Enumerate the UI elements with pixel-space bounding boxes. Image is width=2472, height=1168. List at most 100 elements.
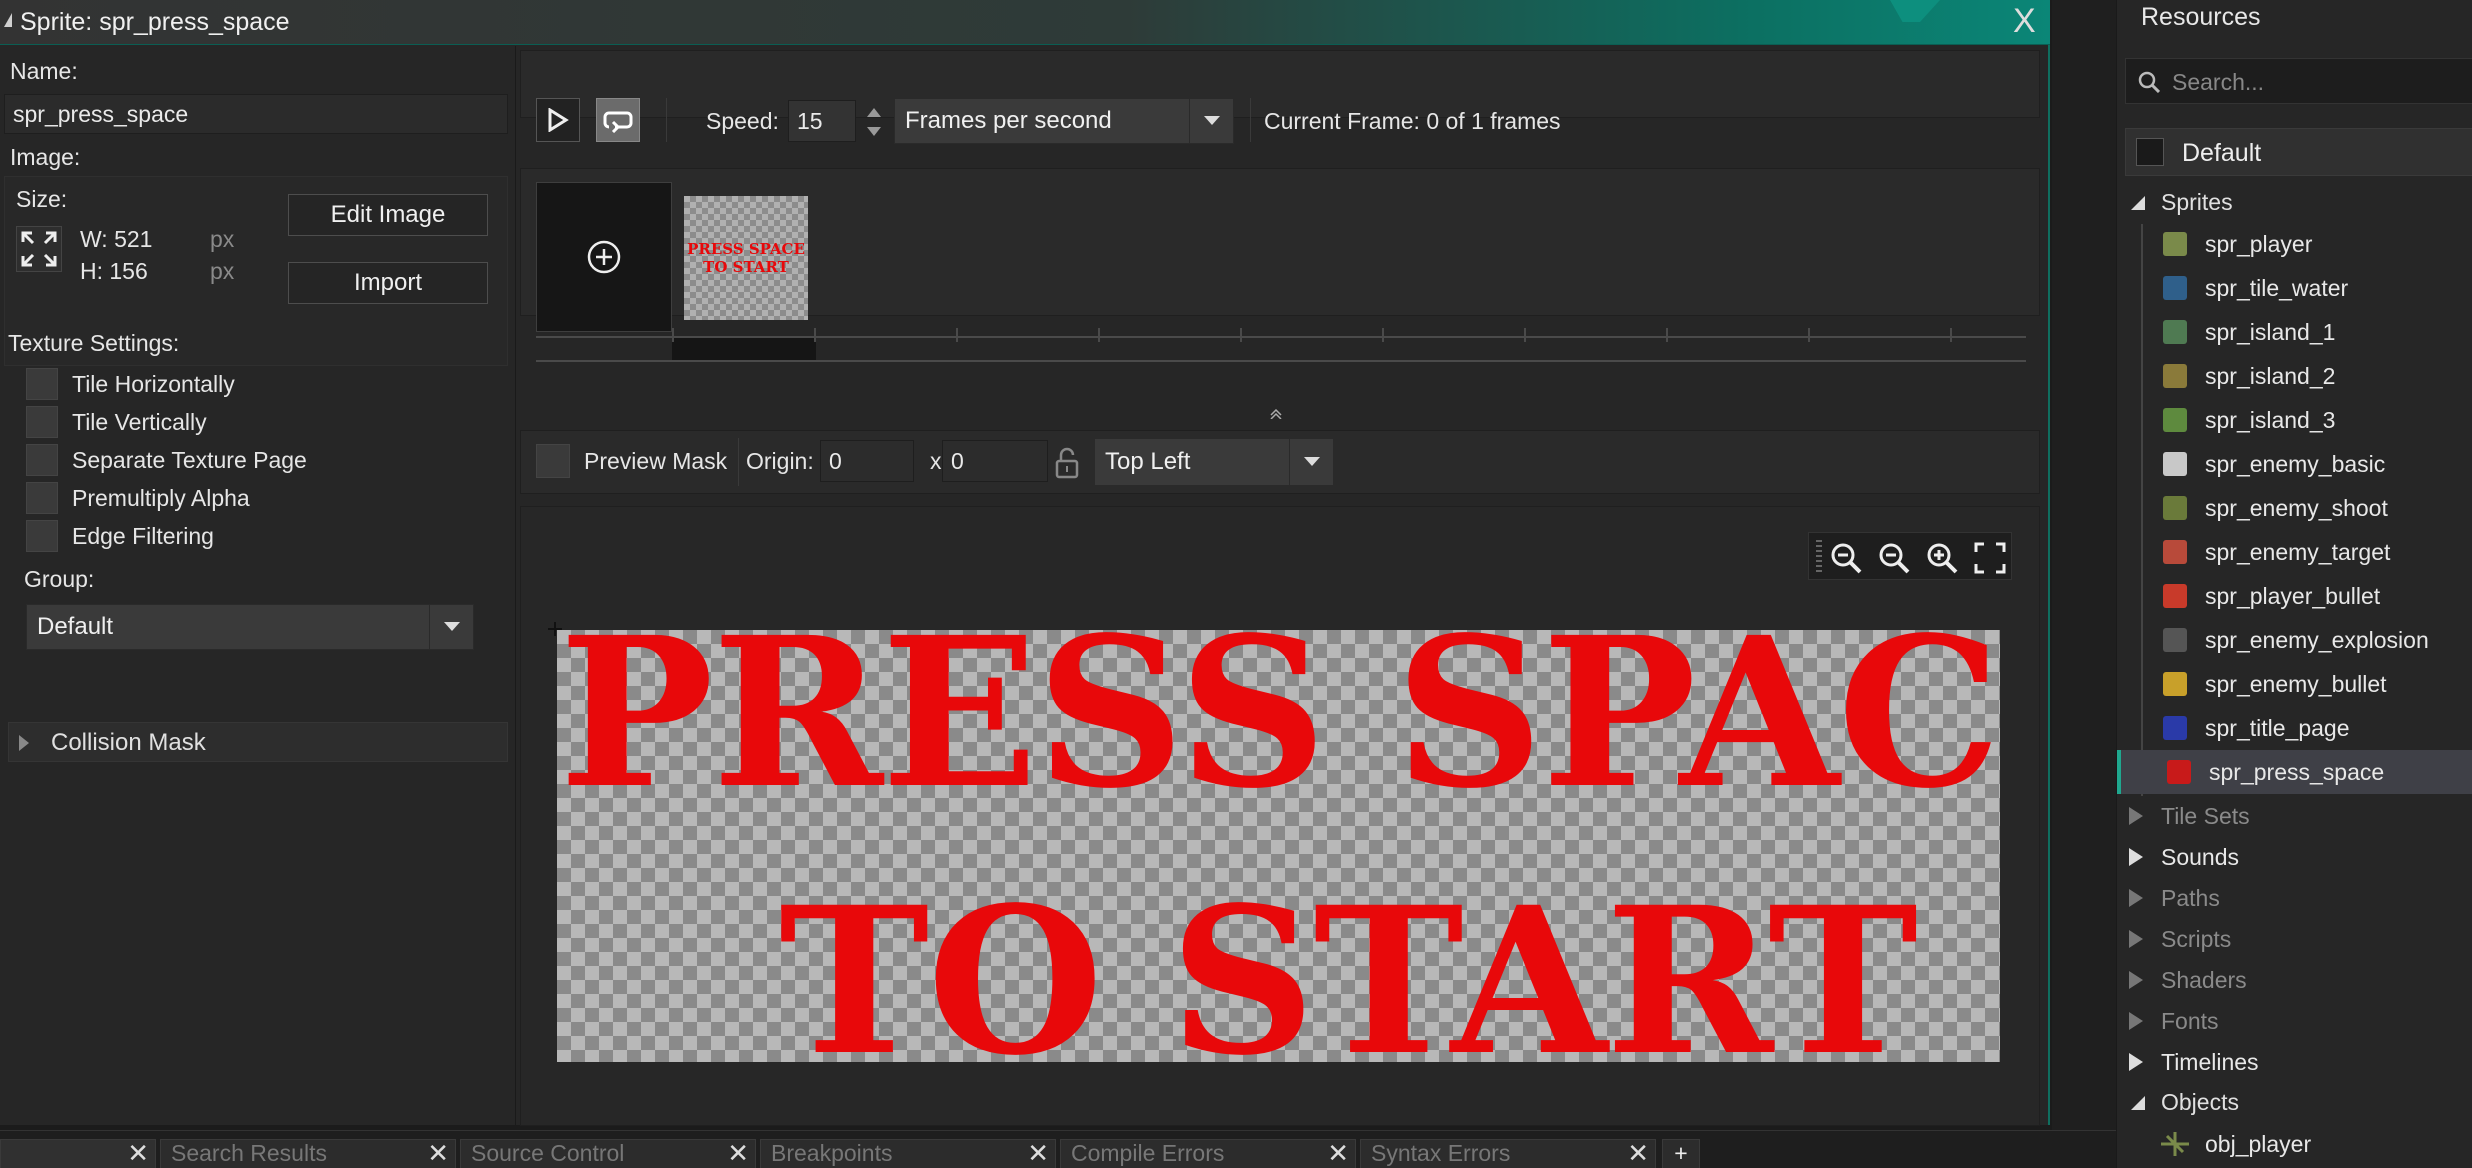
group-dropdown[interactable]: Default <box>26 604 474 650</box>
close-tab-icon[interactable]: ✕ <box>127 1140 149 1168</box>
chevron-down-icon[interactable] <box>429 605 473 649</box>
collision-mask-section[interactable]: Collision Mask <box>8 722 508 762</box>
category-label: Sounds <box>2161 843 2240 870</box>
origin-y-input[interactable]: 0 <box>942 440 1048 482</box>
category-sprites[interactable]: Sprites <box>2117 182 2472 222</box>
resource-item-spr-enemy-basic[interactable]: spr_enemy_basic <box>2117 442 2472 486</box>
category-paths[interactable]: Paths <box>2117 878 2472 918</box>
fullscreen-icon <box>1974 542 2006 574</box>
separate-texture-page-option[interactable]: Separate Texture Page <box>26 444 426 476</box>
timeline-ticks <box>672 328 2026 342</box>
resource-item-spr-island-1[interactable]: spr_island_1 <box>2117 310 2472 354</box>
zoom-reset-button[interactable] <box>1826 538 1866 578</box>
lock-origin-icon[interactable] <box>1054 446 1084 480</box>
chevron-down-icon[interactable] <box>1289 439 1333 485</box>
category-label: Scripts <box>2161 925 2232 952</box>
sprite-name-field[interactable]: spr_press_space <box>4 94 508 134</box>
speed-stepper[interactable] <box>864 102 884 142</box>
resource-item-spr-player[interactable]: spr_player <box>2117 222 2472 266</box>
tab-compile-errors[interactable]: Compile Errors ✕ <box>1060 1139 1356 1168</box>
resource-filter[interactable]: Default <box>2125 128 2472 176</box>
zoom-out-button[interactable] <box>1874 538 1914 578</box>
tab-search-results[interactable]: Search Results ✕ <box>160 1139 456 1168</box>
tile-horizontally-checkbox[interactable] <box>26 368 58 400</box>
resource-item-spr-enemy-shoot[interactable]: spr_enemy_shoot <box>2117 486 2472 530</box>
category-scripts[interactable]: Scripts <box>2117 919 2472 959</box>
sprite-thumbnail-swatch <box>2163 452 2187 476</box>
separate-texture-page-checkbox[interactable] <box>26 444 58 476</box>
category-sounds[interactable]: Sounds <box>2117 837 2472 877</box>
resource-item-spr-enemy-target[interactable]: spr_enemy_target <box>2117 530 2472 574</box>
close-window-button[interactable]: X <box>2013 4 2036 38</box>
toolbar-divider <box>738 438 739 486</box>
tab-syntax-errors[interactable]: Syntax Errors ✕ <box>1360 1139 1656 1168</box>
collapse-arrow-icon[interactable] <box>1270 406 1282 420</box>
tile-vertically-option[interactable]: Tile Vertically <box>26 406 426 438</box>
close-tab-icon[interactable]: ✕ <box>1327 1140 1349 1168</box>
category-label: Timelines <box>2161 1048 2259 1075</box>
resource-item-spr-island-2[interactable]: spr_island_2 <box>2117 354 2472 398</box>
close-tab-icon[interactable]: ✕ <box>727 1140 749 1168</box>
premultiply-alpha-option[interactable]: Premultiply Alpha <box>26 482 426 514</box>
edge-filtering-option[interactable]: Edge Filtering <box>26 520 426 552</box>
loop-button[interactable] <box>596 98 640 142</box>
width-unit: px <box>210 226 235 252</box>
window-titlebar[interactable]: Sprite: spr_press_space X <box>0 0 2050 45</box>
tab-breakpoints[interactable]: Breakpoints ✕ <box>760 1139 1056 1168</box>
resource-item-spr-enemy-explosion[interactable]: spr_enemy_explosion <box>2117 618 2472 662</box>
speed-unit-dropdown[interactable]: Frames per second <box>894 98 1234 144</box>
resource-item-spr-press-space[interactable]: spr_press_space <box>2117 750 2472 794</box>
tab-source-control[interactable]: Source Control ✕ <box>460 1139 756 1168</box>
close-tab-icon[interactable]: ✕ <box>1627 1140 1649 1168</box>
close-tab-icon[interactable]: ✕ <box>1027 1140 1049 1168</box>
toolbar-divider <box>666 98 667 142</box>
fit-to-screen-button[interactable] <box>1970 538 2010 578</box>
resources-title: Resources <box>2141 3 2261 31</box>
origin-x-input[interactable]: 0 <box>820 440 914 482</box>
frame-thumbnail-0[interactable]: PRESS SPACE TO START <box>684 196 808 320</box>
edit-image-button[interactable]: Edit Image <box>288 194 488 236</box>
close-tab-icon[interactable]: ✕ <box>427 1140 449 1168</box>
resource-search-input[interactable]: Search... <box>2125 58 2472 104</box>
premultiply-alpha-checkbox[interactable] <box>26 482 58 514</box>
speed-input[interactable]: 15 <box>788 100 856 142</box>
resource-item-spr-island-3[interactable]: spr_island_3 <box>2117 398 2472 442</box>
edge-filtering-checkbox[interactable] <box>26 520 58 552</box>
origin-preset-dropdown[interactable]: Top Left <box>1094 438 1334 486</box>
sprite-thumbnail-swatch <box>2163 672 2187 696</box>
sprite-thumbnail-swatch <box>2163 716 2187 740</box>
tab-output[interactable]: ✕ <box>0 1139 156 1168</box>
zoom-toolbar-grip[interactable] <box>1816 540 1822 572</box>
resource-item-obj-player[interactable]: obj_player <box>2117 1122 2472 1166</box>
sprite-thumbnail-swatch <box>2163 584 2187 608</box>
sprite-thumbnail-swatch <box>2163 496 2187 520</box>
sprite-image-preview[interactable]: PRESS SPACE TO START <box>557 630 2000 1062</box>
category-objects[interactable]: Objects <box>2117 1082 2472 1122</box>
resize-icon[interactable] <box>16 226 62 272</box>
origin-marker-icon[interactable] <box>548 622 562 636</box>
collapse-icon[interactable] <box>4 13 12 27</box>
resource-item-spr-player-bullet[interactable]: spr_player_bullet <box>2117 574 2472 618</box>
zoom-reset-icon <box>1831 543 1862 574</box>
category-shaders[interactable]: Shaders <box>2117 960 2472 1000</box>
tile-horizontally-option[interactable]: Tile Horizontally <box>26 368 426 400</box>
resource-item-spr-title-page[interactable]: spr_title_page <box>2117 706 2472 750</box>
filter-value: Default <box>2182 139 2262 167</box>
resource-item-spr-tile-water[interactable]: spr_tile_water <box>2117 266 2472 310</box>
preview-mask-checkbox[interactable] <box>536 444 570 478</box>
expand-triangle-icon <box>2129 1053 2143 1071</box>
play-button[interactable] <box>536 98 580 142</box>
resource-item-spr-enemy-bullet[interactable]: spr_enemy_bullet <box>2117 662 2472 706</box>
zoom-in-button[interactable] <box>1922 538 1962 578</box>
add-frame-button[interactable] <box>536 182 672 332</box>
category-tile-sets[interactable]: Tile Sets <box>2117 796 2472 836</box>
add-tab-button[interactable]: + <box>1662 1139 1700 1168</box>
chevron-down-icon[interactable] <box>1189 99 1233 143</box>
preview-mask-label: Preview Mask <box>584 448 728 474</box>
title-accent <box>1890 0 1940 22</box>
import-button[interactable]: Import <box>288 262 488 304</box>
tile-vertically-checkbox[interactable] <box>26 406 58 438</box>
sprite-thumbnail-swatch <box>2163 276 2187 300</box>
category-fonts[interactable]: Fonts <box>2117 1001 2472 1041</box>
category-timelines[interactable]: Timelines <box>2117 1042 2472 1082</box>
